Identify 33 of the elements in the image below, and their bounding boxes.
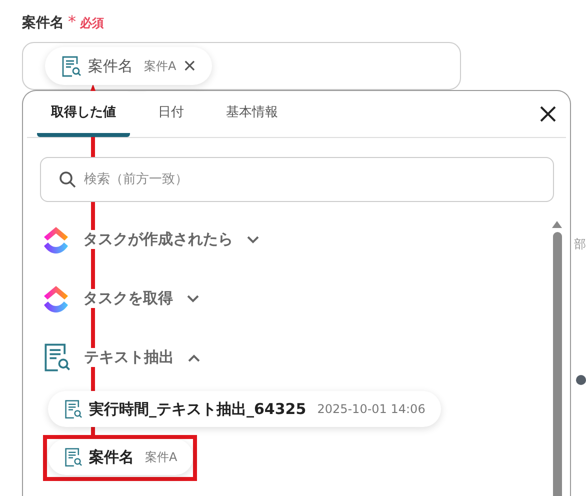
scrollbar[interactable]: [551, 221, 563, 496]
value-chip[interactable]: 実行時間_テキスト抽出_64325 2025-10-01 14:06: [48, 391, 442, 427]
group-header[interactable]: タスクを取得: [43, 269, 199, 328]
document-search-icon: [61, 54, 81, 78]
app-logo-icon: [43, 284, 69, 314]
value-field[interactable]: 案件名 案件A ×: [22, 42, 461, 90]
chip-value: 案件A: [144, 58, 176, 74]
group-title: タスクを取得: [83, 289, 173, 308]
chip-value: 案件A: [145, 448, 178, 466]
handle-dot: [576, 375, 586, 385]
search-icon: [59, 171, 76, 188]
search-field[interactable]: 検索（前方一致）: [40, 157, 554, 202]
document-search-icon: [64, 446, 82, 468]
document-search-icon: [64, 398, 82, 420]
app-logo-icon: [43, 224, 69, 254]
group-header[interactable]: タスクが作成されたら: [43, 210, 259, 269]
value-chip[interactable]: 案件名 案件A: [48, 439, 194, 475]
required-asterisk: *: [68, 12, 76, 31]
required-label: 必須: [80, 15, 104, 32]
document-search-icon: [43, 342, 70, 374]
scroll-up-icon[interactable]: [552, 221, 562, 228]
close-icon: [540, 106, 556, 122]
chip-name: 案件名: [88, 56, 133, 76]
tab[interactable]: 取得した値: [37, 91, 130, 137]
group-header[interactable]: テキスト抽出: [43, 328, 200, 387]
chip-name: 実行時間_テキスト抽出_64325: [89, 400, 306, 418]
remove-button[interactable]: ×: [183, 55, 196, 77]
side-text: 部: [574, 236, 586, 253]
chip-name: 案件名: [89, 448, 134, 466]
group-title: テキスト抽出: [84, 348, 174, 367]
field-label: 案件名: [22, 14, 64, 32]
chip-value: 2025-10-01 14:06: [317, 402, 426, 416]
group-title: タスクが作成されたら: [83, 230, 233, 249]
